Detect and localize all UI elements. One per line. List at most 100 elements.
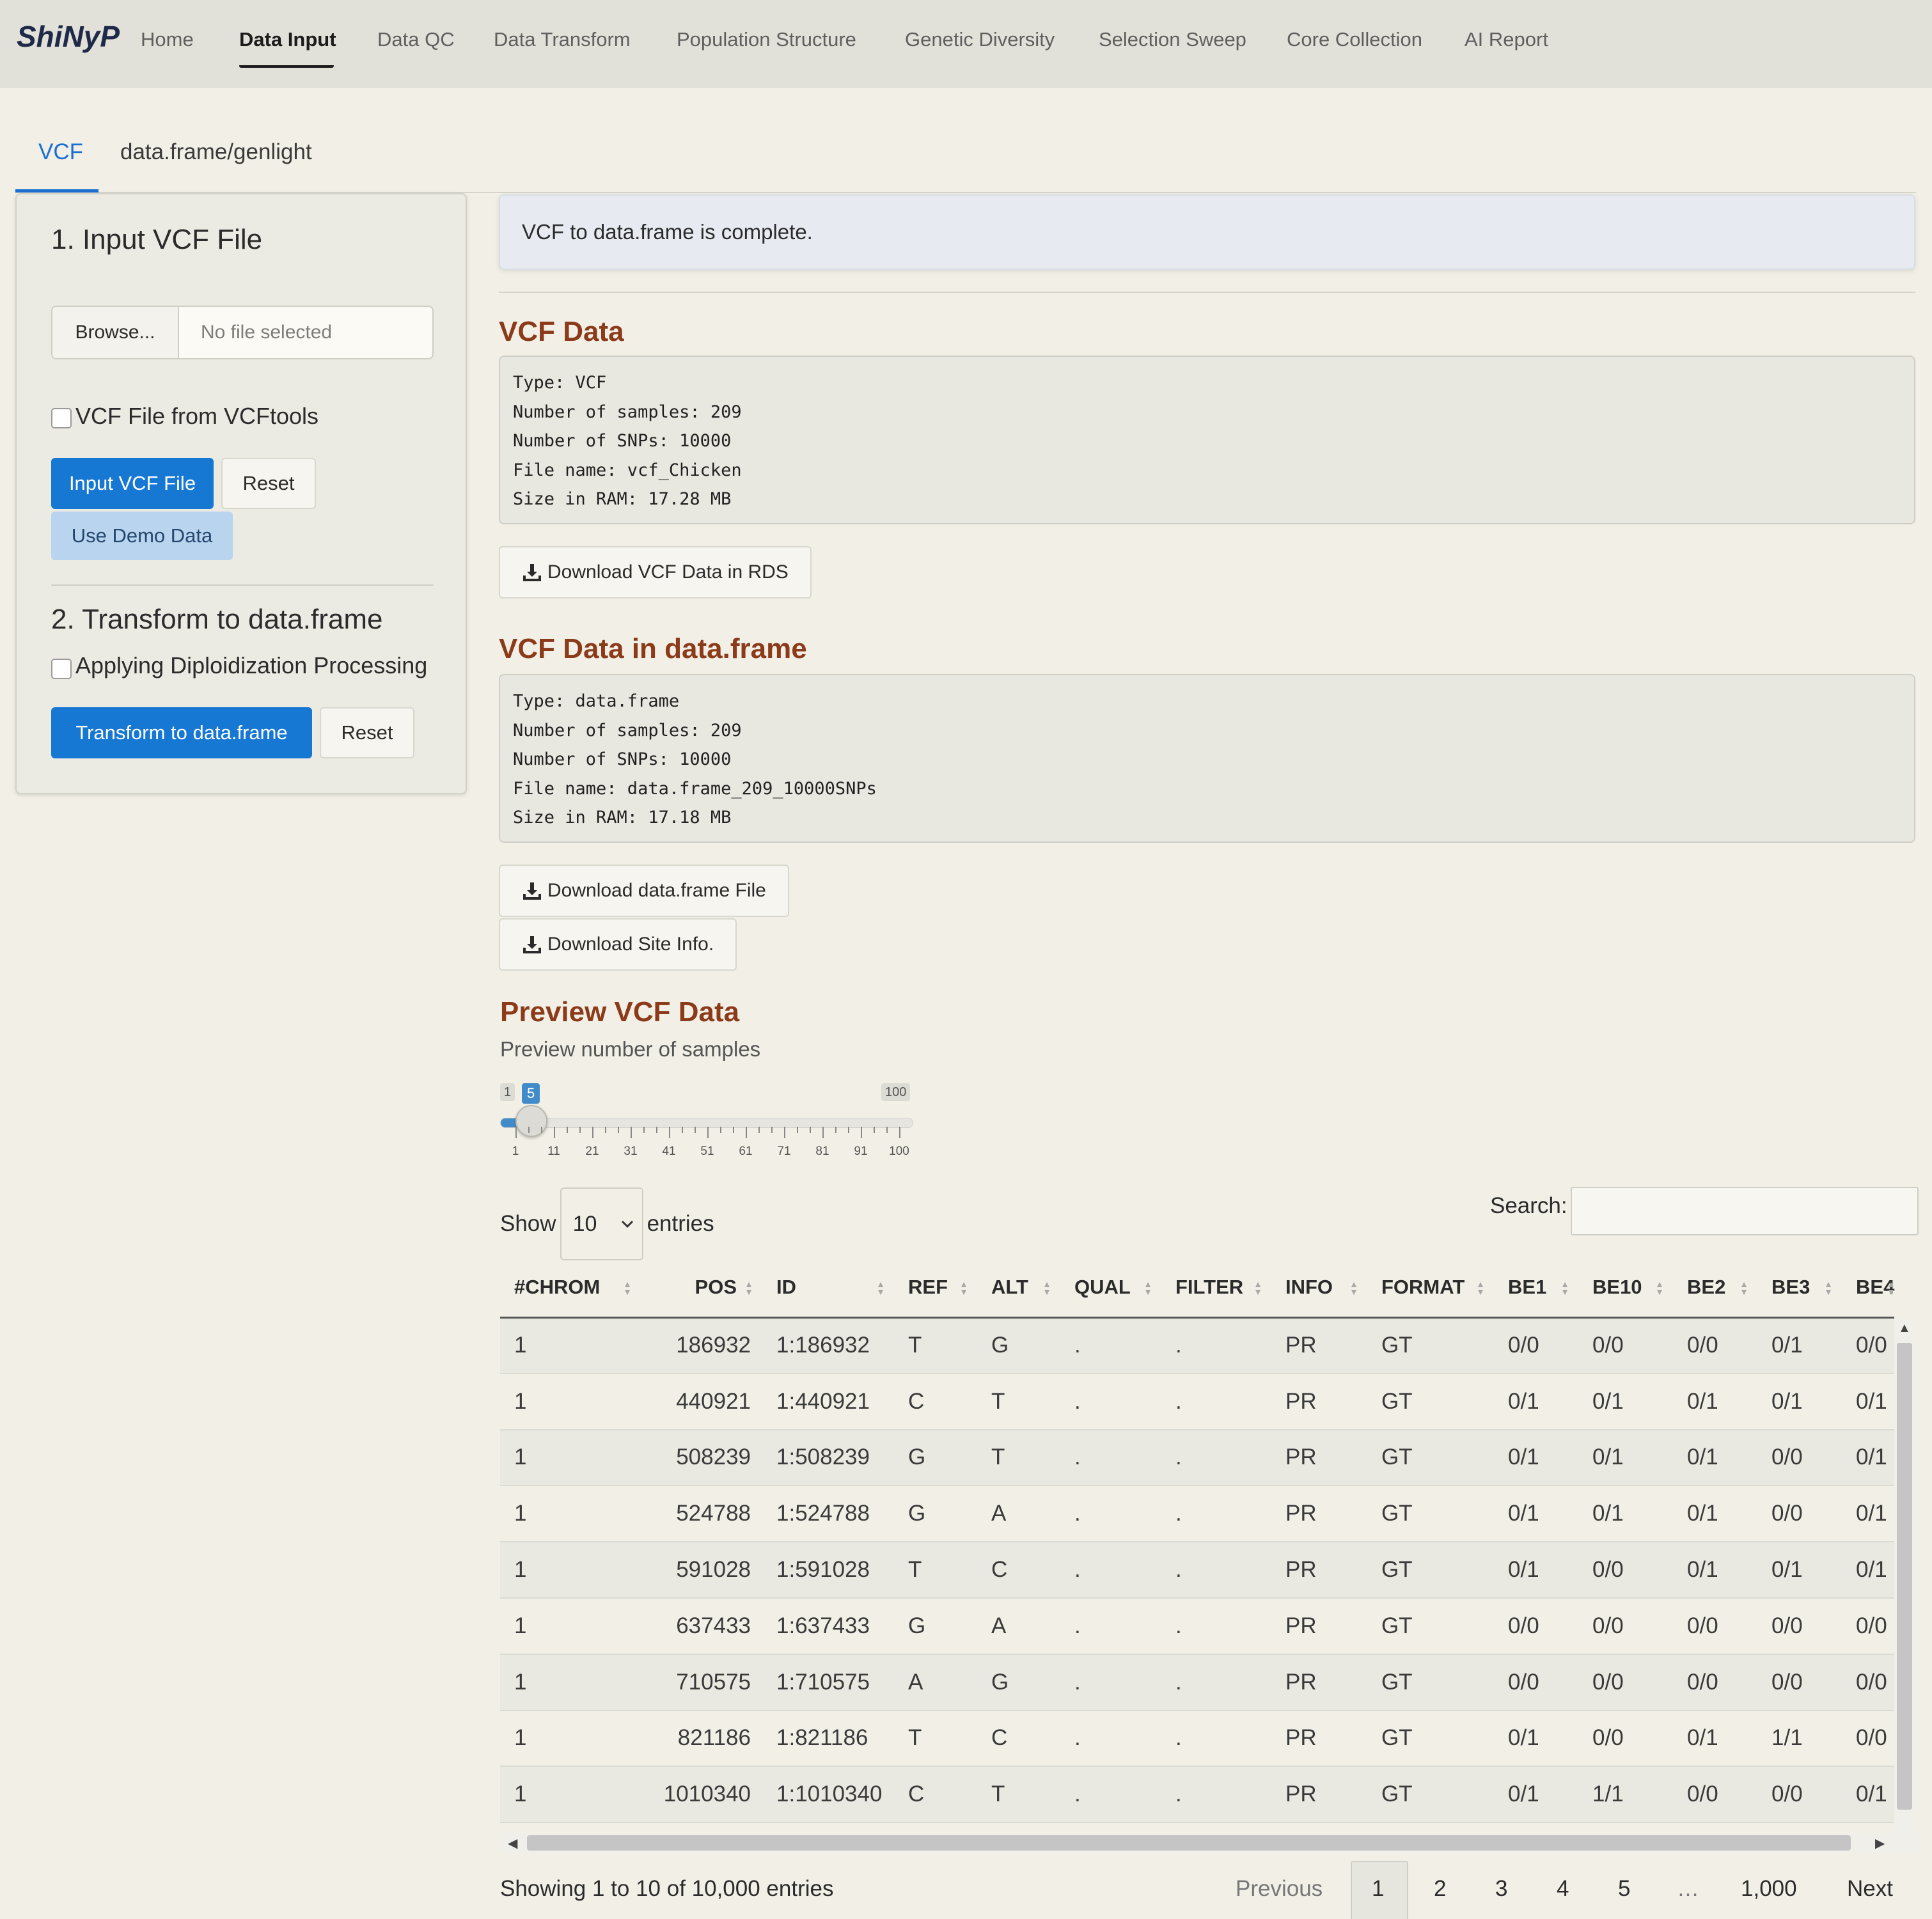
tab-dataframe-genlight[interactable]: data.frame/genlight [120, 139, 312, 165]
pagination-page-4[interactable]: 4 [1557, 1876, 1569, 1902]
input-vcf-button[interactable]: Input VCF File [51, 458, 214, 509]
vcf-data-summary: Type: VCF Number of samples: 209 Number … [499, 356, 1915, 524]
table-cell: GT [1367, 1373, 1494, 1430]
table-cell: 0/0 [1673, 1654, 1757, 1711]
vcf-type-line: Type: VCF [513, 373, 607, 393]
nav-data-input[interactable]: Data Input [239, 28, 336, 51]
table-cell: 1:821186 [762, 1710, 894, 1767]
brand-logo[interactable]: ShiNyP [17, 19, 120, 54]
table-cell: 1:186932 [762, 1317, 894, 1374]
table-cell: 1 [500, 1429, 641, 1487]
pagination-page-5[interactable]: 5 [1618, 1876, 1630, 1902]
table-cell: 0/0 [1842, 1597, 1894, 1655]
column-header[interactable]: FORMAT ▲ ▼ [1367, 1258, 1494, 1319]
column-header[interactable]: BE10 ▲ ▼ [1578, 1258, 1673, 1319]
nav-ai-report[interactable]: AI Report [1465, 28, 1548, 51]
nav-genetic-diversity[interactable]: Genetic Diversity [905, 28, 1055, 51]
nav-core-collection[interactable]: Core Collection [1287, 28, 1422, 51]
table-row[interactable]: 1 524788 1:524788 G A.. PR GT 0/1 0/1 0/1 0/0 0/1 [500, 1485, 1894, 1543]
table-row[interactable]: 1 637433 1:637433 G A.. PR GT 0/0 0/0 0/0 0/0 0/0 [500, 1597, 1894, 1655]
reset-transform-button[interactable]: Reset [320, 707, 414, 758]
table-cell: G [977, 1654, 1060, 1711]
table-cell: 0/1 [1842, 1766, 1894, 1824]
nav-data-transform[interactable]: Data Transform [494, 28, 631, 51]
table-row[interactable]: 1 1010340 1:1010340 C T.. PR GT 0/1 1/1 0/0 0/0 0/1 [500, 1766, 1894, 1824]
column-header[interactable]: POS ▲ ▼ [641, 1258, 762, 1319]
slider-tick [758, 1127, 760, 1133]
pagination-page-2[interactable]: 2 [1434, 1876, 1446, 1902]
column-header[interactable]: QUAL ▲ ▼ [1060, 1258, 1161, 1319]
pagination-page-last[interactable]: 1,000 [1741, 1876, 1797, 1902]
table-row[interactable]: 1 440921 1:440921 C T.. PR GT 0/1 0/1 0/1 0/1 0/1 [500, 1373, 1894, 1430]
vcftools-checkbox-label[interactable]: VCF File from VCFtools [75, 403, 318, 430]
vcf-file-input[interactable]: Browse... No file selected [51, 306, 434, 359]
slider-handle[interactable] [515, 1105, 547, 1137]
table-row[interactable]: 1 591028 1:591028 T C.. PR GT 0/1 0/0 0/1 0/1 0/1 [500, 1542, 1894, 1599]
table-cell: . [1060, 1317, 1161, 1374]
pagination-page-1[interactable]: 1 [1372, 1876, 1384, 1902]
preview-slider-label: Preview number of samples [500, 1037, 761, 1061]
nav-population-structure[interactable]: Population Structure [677, 28, 856, 51]
download-site-info-button[interactable]: Download Site Info. [499, 918, 737, 971]
slider-tick [899, 1127, 900, 1138]
slider-track[interactable] [500, 1118, 913, 1128]
download-vcf-rds-label: Download VCF Data in RDS [547, 561, 789, 583]
table-cell: 0/0 [1842, 1710, 1894, 1767]
column-header[interactable]: FILTER ▲ ▼ [1161, 1258, 1271, 1319]
slider-tick [643, 1127, 645, 1133]
diploidization-checkbox-label[interactable]: Applying Diploidization Processing [75, 652, 427, 679]
slider-tick-label: 11 [547, 1145, 560, 1158]
table-cell: GT [1367, 1654, 1494, 1711]
entries-select[interactable]: 10 [560, 1187, 643, 1260]
column-header[interactable]: INFO ▲ ▼ [1271, 1258, 1367, 1319]
preview-samples-slider[interactable]: 1 5 100 1 11 21 31 41 51 61 71 81 91 100 [500, 1081, 916, 1164]
table-horizontal-scrollbar[interactable]: ◀ ▶ [500, 1833, 1921, 1853]
column-header[interactable]: ID ▲ ▼ [762, 1258, 894, 1319]
tab-vcf[interactable]: VCF [38, 139, 83, 165]
slider-tick-label: 21 [585, 1145, 599, 1158]
column-header[interactable]: BE4 ▲ ▼ [1842, 1258, 1896, 1319]
use-demo-data-button[interactable]: Use Demo Data [51, 512, 233, 560]
table-search-input[interactable] [1571, 1187, 1919, 1235]
slider-tick-label: 1 [512, 1145, 519, 1158]
pagination-ellipsis: … [1677, 1876, 1699, 1901]
horizontal-scroll-thumb[interactable] [527, 1835, 1851, 1851]
table-row[interactable]: 1 508239 1:508239 G T.. PR GT 0/1 0/1 0/1 0/0 0/1 [500, 1429, 1894, 1487]
column-header[interactable]: BE2 ▲ ▼ [1673, 1258, 1757, 1319]
column-header-label: BE3 [1771, 1276, 1810, 1299]
vertical-scroll-thumb[interactable] [1897, 1343, 1912, 1810]
table-cell: A [977, 1597, 1060, 1655]
nav-data-qc[interactable]: Data QC [377, 28, 455, 51]
table-row[interactable]: 1 186932 1:186932 T G.. PR GT 0/0 0/0 0/0 0/1 0/0 [500, 1317, 1894, 1374]
nav-home[interactable]: Home [141, 28, 194, 51]
column-header[interactable]: BE1 ▲ ▼ [1494, 1258, 1578, 1319]
column-header[interactable]: BE3 ▲ ▼ [1757, 1258, 1842, 1319]
table-vertical-scrollbar[interactable]: ▲ [1894, 1319, 1915, 1849]
column-header-label: ID [776, 1276, 796, 1299]
pagination-page-3[interactable]: 3 [1495, 1876, 1507, 1902]
scroll-left-icon[interactable]: ◀ [508, 1835, 517, 1851]
scroll-right-icon[interactable]: ▶ [1875, 1835, 1885, 1851]
table-cell: 0/1 [1757, 1373, 1842, 1430]
reset-input-button[interactable]: Reset [221, 458, 316, 509]
table-cell: PR [1271, 1654, 1367, 1711]
scroll-up-icon[interactable]: ▲ [1898, 1321, 1911, 1336]
slider-tick [733, 1127, 734, 1133]
diploidization-checkbox[interactable] [51, 659, 72, 679]
pagination-next[interactable]: Next [1847, 1876, 1893, 1902]
table-row[interactable]: 1 821186 1:821186 T C.. PR GT 0/1 0/0 0/1 1/1 0/0 [500, 1710, 1894, 1767]
pagination-previous[interactable]: Previous [1236, 1876, 1323, 1902]
download-vcf-rds-button[interactable]: Download VCF Data in RDS [499, 546, 812, 599]
table-cell: 821186 [641, 1710, 762, 1767]
nav-selection-sweep[interactable]: Selection Sweep [1099, 28, 1246, 51]
download-dataframe-button[interactable]: Download data.frame File [499, 865, 789, 917]
column-header[interactable]: REF ▲ ▼ [894, 1258, 977, 1319]
slider-tick [746, 1127, 747, 1138]
browse-button[interactable]: Browse... [52, 307, 179, 358]
table-row[interactable]: 1 710575 1:710575 A G.. PR GT 0/0 0/0 0/0 0/0 0/0 [500, 1654, 1894, 1711]
table-cell: 0/0 [1673, 1597, 1757, 1655]
transform-dataframe-button[interactable]: Transform to data.frame [51, 707, 312, 758]
column-header[interactable]: ALT ▲ ▼ [977, 1258, 1060, 1319]
vcftools-checkbox[interactable] [51, 408, 72, 428]
column-header[interactable]: #CHROM ▲ ▼ [500, 1258, 641, 1319]
